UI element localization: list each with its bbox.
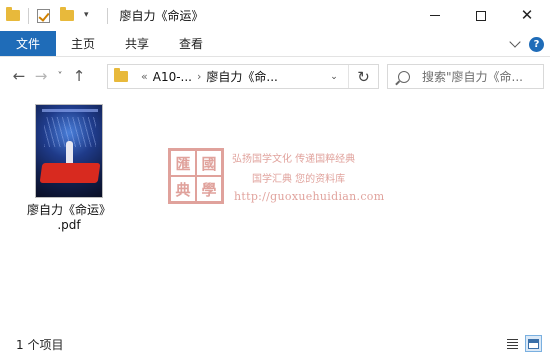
breadcrumb-separator[interactable]: › bbox=[197, 70, 201, 83]
address-bar[interactable]: « A10-... › 廖自力《命... ⌄ ↻ bbox=[107, 64, 379, 89]
expand-ribbon-icon[interactable] bbox=[509, 36, 521, 48]
watermark-slogan: 弘扬国学文化 传递国粹经典 bbox=[232, 154, 356, 165]
back-button[interactable]: ← bbox=[8, 64, 30, 88]
new-folder-icon[interactable] bbox=[60, 7, 74, 21]
refresh-button[interactable]: ↻ bbox=[348, 65, 378, 88]
status-bar: 1 个项目 bbox=[0, 332, 550, 356]
search-icon bbox=[398, 70, 410, 83]
file-item[interactable]: 廖自力《命运》 .pdf bbox=[24, 104, 114, 233]
details-view-button[interactable] bbox=[504, 335, 521, 352]
recent-locations-button[interactable]: ˅ bbox=[52, 64, 68, 88]
properties-icon[interactable] bbox=[37, 8, 50, 23]
large-icons-view-icon bbox=[528, 338, 539, 349]
details-view-icon bbox=[507, 338, 518, 349]
seal-char: 典 bbox=[171, 177, 195, 201]
ribbon-tabs: 文件 主页 共享 查看 ? bbox=[0, 31, 550, 57]
search-box[interactable]: 搜索"廖自力《命... bbox=[387, 64, 544, 89]
close-button[interactable]: ✕ bbox=[504, 0, 550, 31]
large-icons-view-button[interactable] bbox=[525, 335, 542, 352]
file-name-line1: 廖自力《命运》 bbox=[26, 203, 111, 217]
pdf-cover-thumbnail bbox=[35, 104, 103, 198]
watermark-seal: 匯 國 典 學 bbox=[168, 148, 224, 204]
window-controls: ✕ bbox=[412, 0, 550, 31]
search-input[interactable]: 搜索"廖自力《命... bbox=[422, 68, 523, 85]
help-icon[interactable]: ? bbox=[529, 36, 544, 52]
divider bbox=[106, 7, 108, 24]
tab-view[interactable]: 查看 bbox=[164, 31, 218, 56]
folder-icon bbox=[114, 68, 128, 82]
watermark-url: http://guoxuehuidian.com bbox=[234, 190, 385, 203]
breadcrumb-current[interactable]: 廖自力《命... bbox=[206, 68, 277, 85]
tab-file[interactable]: 文件 bbox=[0, 31, 56, 56]
minimize-button[interactable] bbox=[412, 0, 458, 31]
quick-access-toolbar: ▾ bbox=[0, 0, 116, 31]
file-name-line2: .pdf bbox=[57, 218, 81, 232]
tab-share[interactable]: 共享 bbox=[110, 31, 164, 56]
maximize-button[interactable] bbox=[458, 0, 504, 31]
maximize-icon bbox=[476, 10, 486, 21]
customize-dropdown-icon[interactable]: ▾ bbox=[84, 11, 89, 20]
forward-button[interactable]: → bbox=[30, 64, 52, 88]
breadcrumb-parent[interactable]: A10-... bbox=[153, 70, 192, 84]
up-button[interactable]: ↑ bbox=[68, 64, 90, 88]
seal-char: 匯 bbox=[171, 151, 195, 175]
tab-home[interactable]: 主页 bbox=[56, 31, 110, 56]
address-dropdown-icon[interactable]: ⌄ bbox=[326, 65, 342, 88]
close-icon: ✕ bbox=[520, 6, 534, 24]
seal-char: 國 bbox=[197, 151, 221, 175]
ribbon-controls: ? bbox=[509, 31, 544, 57]
watermark-tagline: 国学汇典 您的资料库 bbox=[252, 174, 346, 185]
divider bbox=[28, 7, 29, 24]
file-name: 廖自力《命运》 .pdf bbox=[27, 203, 111, 233]
view-switcher bbox=[504, 335, 542, 352]
title-bar: ▾ 廖自力《命运》 ✕ bbox=[0, 0, 550, 31]
folder-icon bbox=[6, 7, 20, 21]
minimize-icon bbox=[430, 15, 440, 16]
file-list: 廖自力《命运》 .pdf 匯 國 典 學 弘扬国学文化 传递国粹经典 国学汇典 … bbox=[0, 96, 550, 332]
window-title: 廖自力《命运》 bbox=[119, 9, 204, 23]
item-count: 1 个项目 bbox=[16, 337, 64, 352]
seal-char: 學 bbox=[197, 177, 221, 201]
navigation-bar: ← → ˅ ↑ « A10-... › 廖自力《命... ⌄ ↻ 搜索"廖自力《… bbox=[0, 57, 550, 95]
overflow-chevron[interactable]: « bbox=[141, 70, 148, 83]
watermark: 匯 國 典 學 弘扬国学文化 传递国粹经典 国学汇典 您的资料库 http://… bbox=[168, 144, 398, 214]
